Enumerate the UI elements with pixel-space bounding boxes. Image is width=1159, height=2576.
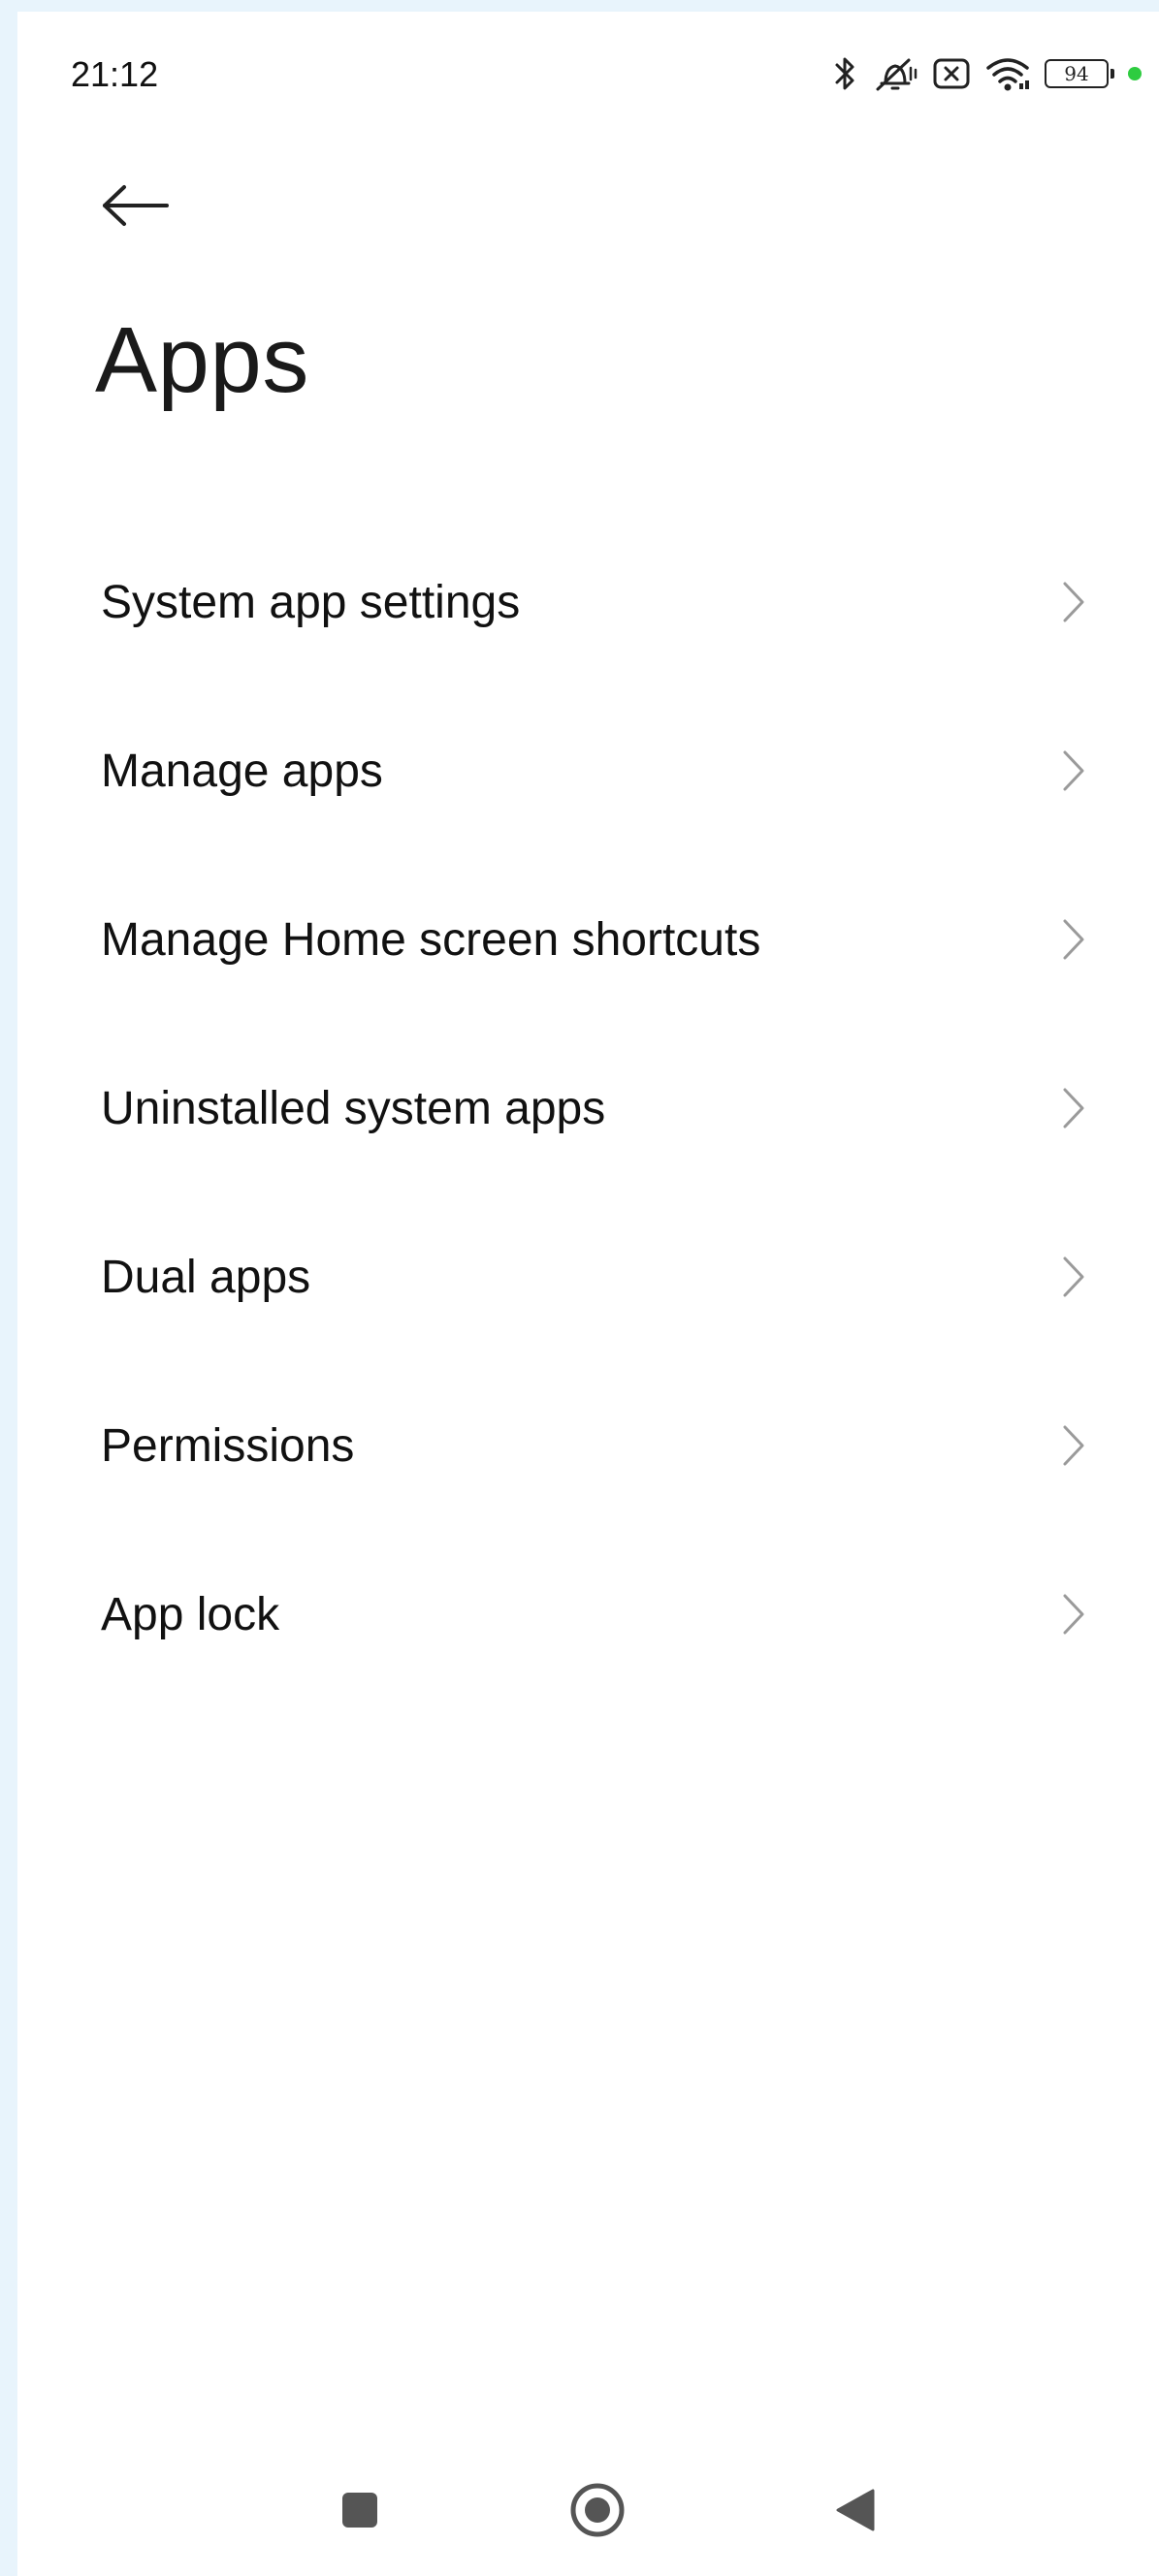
recents-square-icon [342, 2493, 377, 2528]
chevron-right-icon [1054, 578, 1093, 626]
menu-item-label: Permissions [101, 1419, 355, 1472]
menu-item-app-lock[interactable]: App lock [17, 1530, 1159, 1699]
wifi-icon [984, 54, 1031, 93]
home-button[interactable] [563, 2476, 631, 2544]
status-time: 21:12 [71, 54, 159, 94]
chevron-right-icon [1054, 747, 1093, 795]
vibrate-off-icon [872, 54, 918, 93]
back-button[interactable] [95, 165, 177, 246]
menu-item-manage-home-screen-shortcuts[interactable]: Manage Home screen shortcuts [17, 855, 1159, 1024]
battery-icon: 94 [1045, 59, 1114, 88]
menu-item-label: System app settings [101, 576, 521, 628]
recents-button[interactable] [326, 2476, 394, 2544]
status-bar: 21:12 94 [17, 12, 1159, 128]
menu-item-label: Manage Home screen shortcuts [101, 913, 761, 966]
navigation-bar [17, 2455, 1159, 2561]
back-arrow-icon [103, 185, 169, 226]
chevron-right-icon [1054, 915, 1093, 964]
settings-menu-list: System app settings Manage apps Manage H… [17, 518, 1159, 1699]
home-circle-icon [570, 2483, 625, 2537]
menu-item-system-app-settings[interactable]: System app settings [17, 518, 1159, 686]
menu-item-permissions[interactable]: Permissions [17, 1361, 1159, 1530]
bluetooth-icon [833, 54, 858, 93]
page-title: Apps [95, 308, 309, 412]
menu-item-label: Uninstalled system apps [101, 1082, 606, 1134]
no-sim-icon [932, 56, 971, 91]
chevron-right-icon [1054, 1084, 1093, 1132]
app-screen: 21:12 94 Apps System app settings Manage… [17, 12, 1159, 2576]
menu-item-label: App lock [101, 1588, 280, 1640]
menu-item-uninstalled-system-apps[interactable]: Uninstalled system apps [17, 1024, 1159, 1193]
menu-item-manage-apps[interactable]: Manage apps [17, 686, 1159, 855]
menu-item-label: Manage apps [101, 745, 383, 797]
battery-level: 94 [1064, 62, 1089, 85]
chevron-right-icon [1054, 1590, 1093, 1638]
notification-dot-icon [1128, 67, 1142, 80]
back-triangle-icon [836, 2489, 875, 2531]
chevron-right-icon [1054, 1421, 1093, 1470]
menu-item-dual-apps[interactable]: Dual apps [17, 1193, 1159, 1361]
menu-item-label: Dual apps [101, 1251, 311, 1303]
back-nav-button[interactable] [821, 2476, 889, 2544]
chevron-right-icon [1054, 1253, 1093, 1301]
status-icons: 94 [833, 45, 1142, 103]
